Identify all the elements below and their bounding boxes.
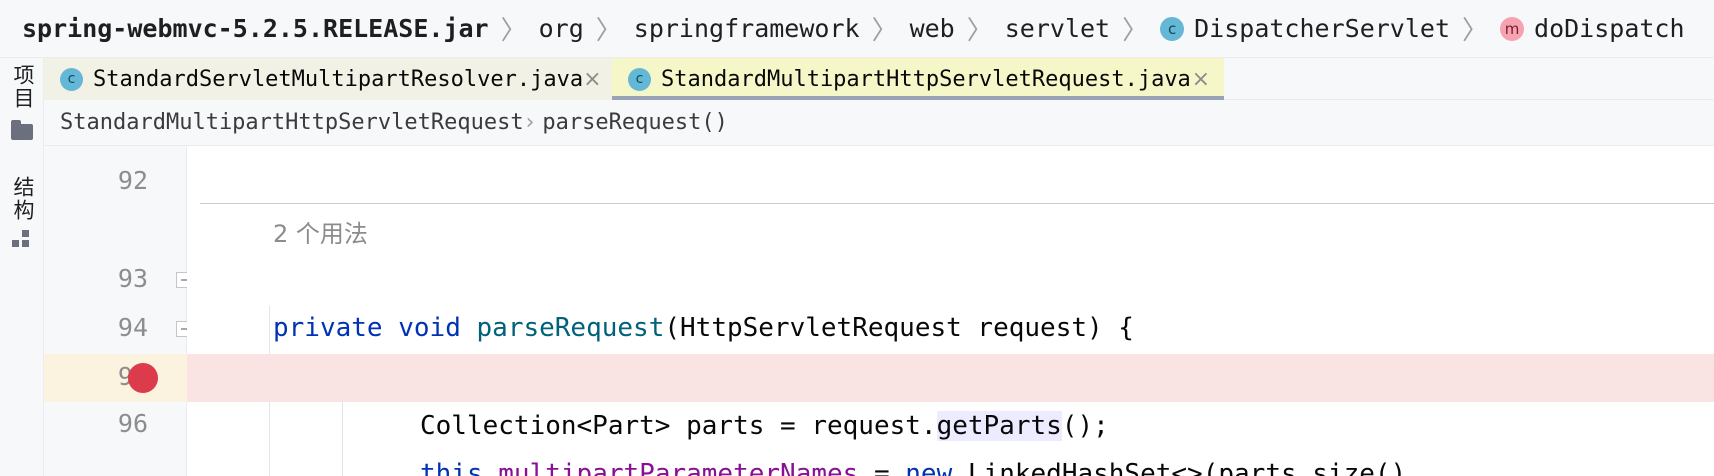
close-icon[interactable]: × xyxy=(583,67,601,92)
chevron-right-icon: 〉 xyxy=(871,16,898,46)
code-line-95: Collection<Part> parts = request.getPart… xyxy=(187,354,1714,441)
breakpoint-icon[interactable] xyxy=(128,363,158,393)
structure-tool-button[interactable]: 结构 xyxy=(8,176,38,222)
line-number: 93 xyxy=(117,264,148,293)
nav-package-web[interactable]: web xyxy=(910,14,955,43)
chevron-right-icon: › xyxy=(525,110,535,135)
tab-standard-multipart-http-servlet-request[interactable]: c StandardMultipartHttpServletRequest.ja… xyxy=(612,58,1224,100)
project-tool-button[interactable]: 项目 xyxy=(8,64,38,110)
method-icon: m xyxy=(1500,16,1525,41)
breadcrumb: StandardMultipartHttpServletRequest › pa… xyxy=(44,100,1714,146)
nav-class-label: DispatcherServlet xyxy=(1194,14,1450,43)
navigation-bar: spring-webmvc-5.2.5.RELEASE.jar 〉 org 〉 … xyxy=(0,0,1714,58)
class-icon: c xyxy=(60,67,83,91)
nav-package-org[interactable]: org xyxy=(539,14,584,43)
nav-package-servlet[interactable]: servlet xyxy=(1005,14,1110,43)
chevron-right-icon: 〉 xyxy=(1462,16,1489,46)
method-separator xyxy=(200,203,1714,204)
tab-standard-servlet-multipart-resolver[interactable]: c StandardServletMultipartResolver.java … xyxy=(44,58,612,100)
class-icon: c xyxy=(1160,16,1185,41)
code-token: = xyxy=(858,459,906,476)
tool-window-strip: 项目 结构 xyxy=(0,58,44,476)
code-token: multipartParameterNames xyxy=(498,459,859,476)
breadcrumb-method[interactable]: parseRequest() xyxy=(542,110,727,135)
line-number: 96 xyxy=(117,409,148,438)
editor-tabs: c StandardServletMultipartResolver.java … xyxy=(44,58,1714,100)
code-token: . xyxy=(482,459,499,476)
structure-icon[interactable] xyxy=(12,230,32,250)
line-number: 94 xyxy=(117,313,148,342)
tab-label: StandardMultipartHttpServletRequest.java xyxy=(661,66,1191,92)
chevron-right-icon: 〉 xyxy=(500,16,527,46)
code-token: new xyxy=(905,459,953,476)
nav-package-springframework[interactable]: springframework xyxy=(634,14,860,43)
line-number: 92 xyxy=(117,166,148,195)
class-icon: c xyxy=(628,67,651,91)
folder-icon[interactable] xyxy=(11,120,33,140)
nav-method-label: doDispatch xyxy=(1534,14,1685,43)
code-editor[interactable]: 2 个用法 private void parseRequest(HttpServ… xyxy=(187,146,1714,476)
nav-method[interactable]: m doDispatch xyxy=(1500,14,1685,43)
chevron-right-icon: 〉 xyxy=(966,16,993,46)
tab-label: StandardServletMultipartResolver.java xyxy=(93,66,584,92)
chevron-right-icon: 〉 xyxy=(595,16,622,46)
code-line-93: private void parseRequest(HttpServletReq… xyxy=(187,256,1714,343)
usage-hint[interactable]: 2 个用法 xyxy=(273,214,368,249)
code-token: LinkedHashSet<>(parts.size() xyxy=(952,459,1407,476)
breadcrumb-class[interactable]: StandardMultipartHttpServletRequest xyxy=(60,110,524,135)
nav-class[interactable]: c DispatcherServlet xyxy=(1160,14,1450,43)
code-line-96: this.multipartParameterNames = new Linke… xyxy=(187,402,1714,476)
chevron-right-icon: 〉 xyxy=(1122,16,1149,46)
code-line-94: try { xyxy=(187,305,1714,392)
editor-gutter[interactable]: 92 93 94 95 96 xyxy=(44,146,194,476)
close-icon[interactable]: × xyxy=(1192,67,1210,92)
code-token: this xyxy=(420,459,483,476)
nav-jar[interactable]: spring-webmvc-5.2.5.RELEASE.jar xyxy=(22,14,489,43)
